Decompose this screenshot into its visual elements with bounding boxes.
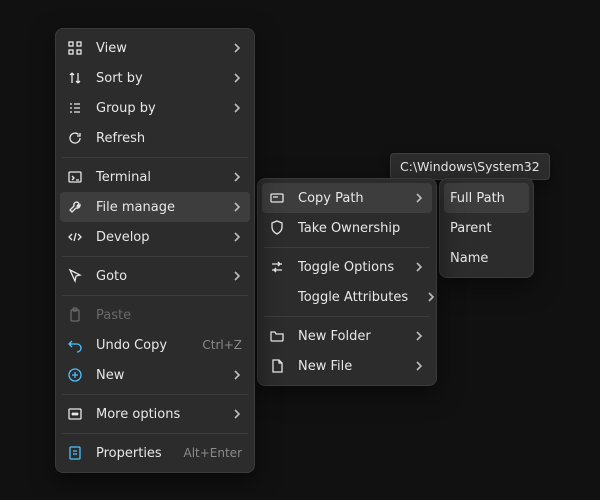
menuitem-label: Refresh [96,131,242,146]
toggle-icon [268,258,286,276]
menuitem-toggle-options[interactable]: Toggle Options [262,252,432,282]
menuitem-label: New File [298,359,396,374]
separator [62,394,248,395]
menuitem-label: View [96,41,214,56]
separator [264,247,430,248]
chevron-right-icon [228,409,242,419]
group-icon [66,99,84,117]
copy-path-icon [268,189,286,207]
shield-icon [268,219,286,237]
context-menu: View Sort by Group by Refresh Terminal F… [55,28,255,473]
submenu-copypath: Full Path Parent Name [439,178,534,278]
chevron-right-icon [228,232,242,242]
menuitem-new-file[interactable]: New File [262,351,432,381]
paste-icon [66,306,84,324]
menuitem-label: Paste [96,308,242,323]
menuitem-label: Toggle Options [298,260,396,275]
code-icon [66,228,84,246]
properties-icon [66,444,84,462]
tooltip-path: C:\Windows\System32 [390,153,550,180]
chevron-right-icon [228,202,242,212]
menuitem-file-manage[interactable]: File manage [60,192,250,222]
chevron-right-icon [410,331,424,341]
separator [62,157,248,158]
plus-circle-icon [66,366,84,384]
sort-icon [66,69,84,87]
menuitem-shortcut: Ctrl+Z [202,338,242,352]
menuitem-label: Sort by [96,71,214,86]
menuitem-group-by[interactable]: Group by [60,93,250,123]
grid-icon [66,39,84,57]
more-icon [66,405,84,423]
chevron-right-icon [228,43,242,53]
refresh-icon [66,129,84,147]
menuitem-label: Copy Path [298,191,396,206]
menuitem-new-folder[interactable]: New Folder [262,321,432,351]
separator [62,256,248,257]
menuitem-shortcut: Alt+Enter [183,446,242,460]
menuitem-label: Parent [450,221,521,236]
menuitem-develop[interactable]: Develop [60,222,250,252]
menuitem-take-ownership[interactable]: Take Ownership [262,213,432,243]
cursor-icon [66,267,84,285]
chevron-right-icon [410,262,424,272]
menuitem-undo-copy[interactable]: Undo Copy Ctrl+Z [60,330,250,360]
menuitem-parent[interactable]: Parent [444,213,529,243]
chevron-right-icon [228,271,242,281]
menuitem-label: Group by [96,101,214,116]
chevron-right-icon [228,73,242,83]
menuitem-label: Toggle Attributes [298,290,408,305]
menuitem-name[interactable]: Name [444,243,529,273]
chevron-right-icon [228,172,242,182]
chevron-right-icon [410,193,424,203]
menuitem-copy-path[interactable]: Copy Path [262,183,432,213]
menuitem-view[interactable]: View [60,33,250,63]
menuitem-label: Properties [96,446,165,461]
menuitem-label: Goto [96,269,214,284]
menuitem-label: Develop [96,230,214,245]
wrench-icon [66,198,84,216]
menuitem-terminal[interactable]: Terminal [60,162,250,192]
menuitem-label: Name [450,251,521,266]
menuitem-label: Terminal [96,170,214,185]
menuitem-goto[interactable]: Goto [60,261,250,291]
separator [62,295,248,296]
menuitem-refresh[interactable]: Refresh [60,123,250,153]
file-icon [268,357,286,375]
menuitem-label: File manage [96,200,214,215]
chevron-right-icon [422,292,436,302]
menuitem-label: Undo Copy [96,338,184,353]
menuitem-label: More options [96,407,214,422]
menuitem-label: New Folder [298,329,396,344]
folder-icon [268,327,286,345]
chevron-right-icon [228,370,242,380]
menuitem-label: Take Ownership [298,221,424,236]
menuitem-label: Full Path [450,191,521,206]
separator [62,433,248,434]
chevron-right-icon [410,361,424,371]
menuitem-full-path[interactable]: Full Path [444,183,529,213]
menuitem-new[interactable]: New [60,360,250,390]
menuitem-sort-by[interactable]: Sort by [60,63,250,93]
submenu-filemanage: Copy Path Take Ownership Toggle Options … [257,178,437,386]
undo-icon [66,336,84,354]
menuitem-paste: Paste [60,300,250,330]
menuitem-more-options[interactable]: More options [60,399,250,429]
menuitem-toggle-attributes[interactable]: Toggle Attributes [262,282,432,312]
chevron-right-icon [228,103,242,113]
menuitem-properties[interactable]: Properties Alt+Enter [60,438,250,468]
separator [264,316,430,317]
menuitem-label: New [96,368,214,383]
terminal-icon [66,168,84,186]
